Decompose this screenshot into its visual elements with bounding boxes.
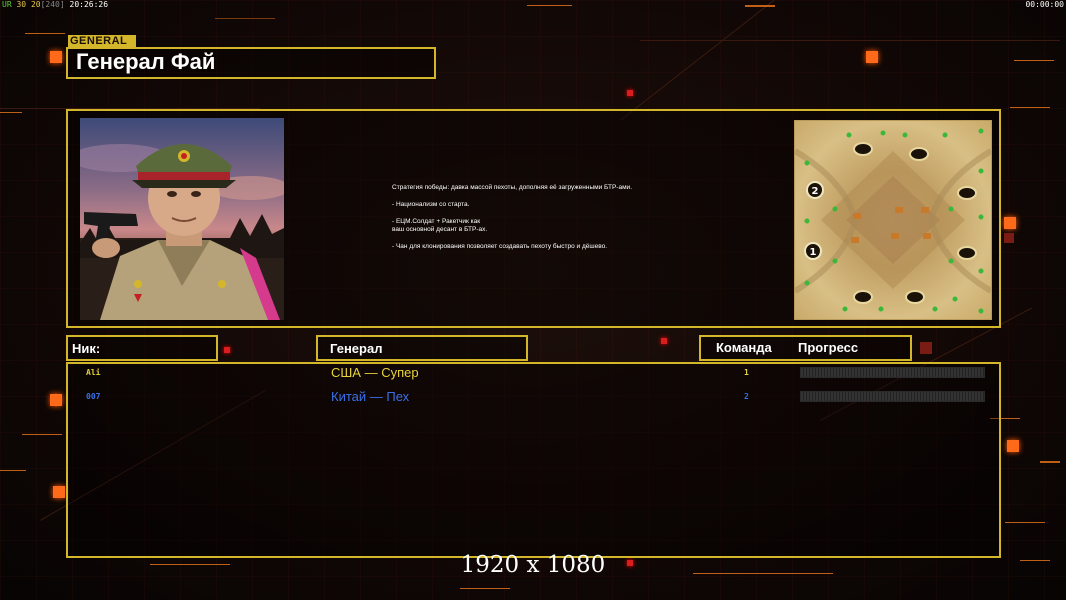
resolution-caption: 1920 x 1080	[460, 552, 606, 578]
deco-square	[866, 51, 878, 63]
team-column-header: Команда	[716, 340, 772, 355]
deco-dash	[460, 588, 510, 589]
player-general: Китай — Пех	[331, 389, 410, 404]
hud-stat-b: 30	[16, 0, 27, 9]
player-team: 1	[744, 368, 749, 377]
deco-square	[1004, 233, 1014, 243]
minimap-image: 2 1	[795, 128, 991, 314]
deco-square	[627, 90, 633, 96]
progress-column-header: Прогресс	[798, 340, 859, 355]
player-progress-bar	[800, 367, 985, 378]
player-progress-bar	[800, 391, 985, 402]
strategy-line: - Чан для клонирования позволяет создава…	[392, 243, 608, 250]
deco-dash	[1005, 522, 1045, 523]
general-name: Генерал Фай	[76, 49, 216, 74]
start-position-2-label: 2	[812, 186, 819, 197]
general-label: GENERAL	[68, 35, 136, 47]
start-position-1[interactable]: 1	[804, 242, 822, 260]
deco-square	[53, 486, 65, 498]
deco-square	[1007, 440, 1019, 452]
strategy-line: - ЕЦМ.Солдат + Ракетчик как ваш основной…	[392, 218, 488, 233]
hud-stats: UR 30 20[240] 20:26:26	[2, 0, 108, 9]
general-column-header: Генерал	[330, 341, 383, 356]
minimap[interactable]: 2 1	[794, 120, 992, 320]
deco-line	[640, 40, 1060, 41]
strategy-line: - Национализм со старта.	[392, 201, 470, 208]
hud-timer: 00:00:00	[1025, 0, 1064, 9]
start-position-1-label: 1	[810, 247, 817, 258]
hud-stat-d: [240]	[40, 0, 65, 9]
deco-dash	[1010, 107, 1050, 108]
nick-column-header: Ник:	[72, 341, 101, 356]
deco-square	[661, 338, 667, 344]
deco-dash	[25, 33, 65, 34]
deco-dash	[1040, 461, 1060, 463]
deco-dash	[215, 18, 275, 19]
start-position-2[interactable]: 2	[806, 181, 824, 199]
hud-stat-c: 20	[30, 0, 41, 9]
player-nick: Ali	[86, 368, 101, 377]
deco-square	[224, 347, 230, 353]
deco-square	[50, 394, 62, 406]
deco-square	[920, 342, 932, 354]
deco-square	[1004, 217, 1016, 229]
deco-dash	[745, 5, 775, 7]
general-portrait	[80, 118, 284, 320]
deco-dash	[1014, 60, 1054, 61]
deco-dash	[527, 5, 572, 6]
player-general: США — Супер	[331, 365, 419, 380]
deco-square	[50, 51, 62, 63]
hud-clock: 20:26:26	[69, 0, 109, 9]
deco-dash	[0, 470, 26, 471]
deco-dash	[0, 112, 22, 113]
strategy-line: Стратегия победы: давка массой пехоты, д…	[392, 184, 632, 191]
strategy-text: Стратегия победы: давка массой пехоты, д…	[392, 184, 752, 260]
hud-stat-a: UR	[2, 0, 12, 9]
player-team: 2	[744, 392, 749, 401]
deco-dash	[22, 434, 62, 435]
portrait-image	[80, 144, 284, 320]
player-nick: 007	[86, 392, 101, 401]
